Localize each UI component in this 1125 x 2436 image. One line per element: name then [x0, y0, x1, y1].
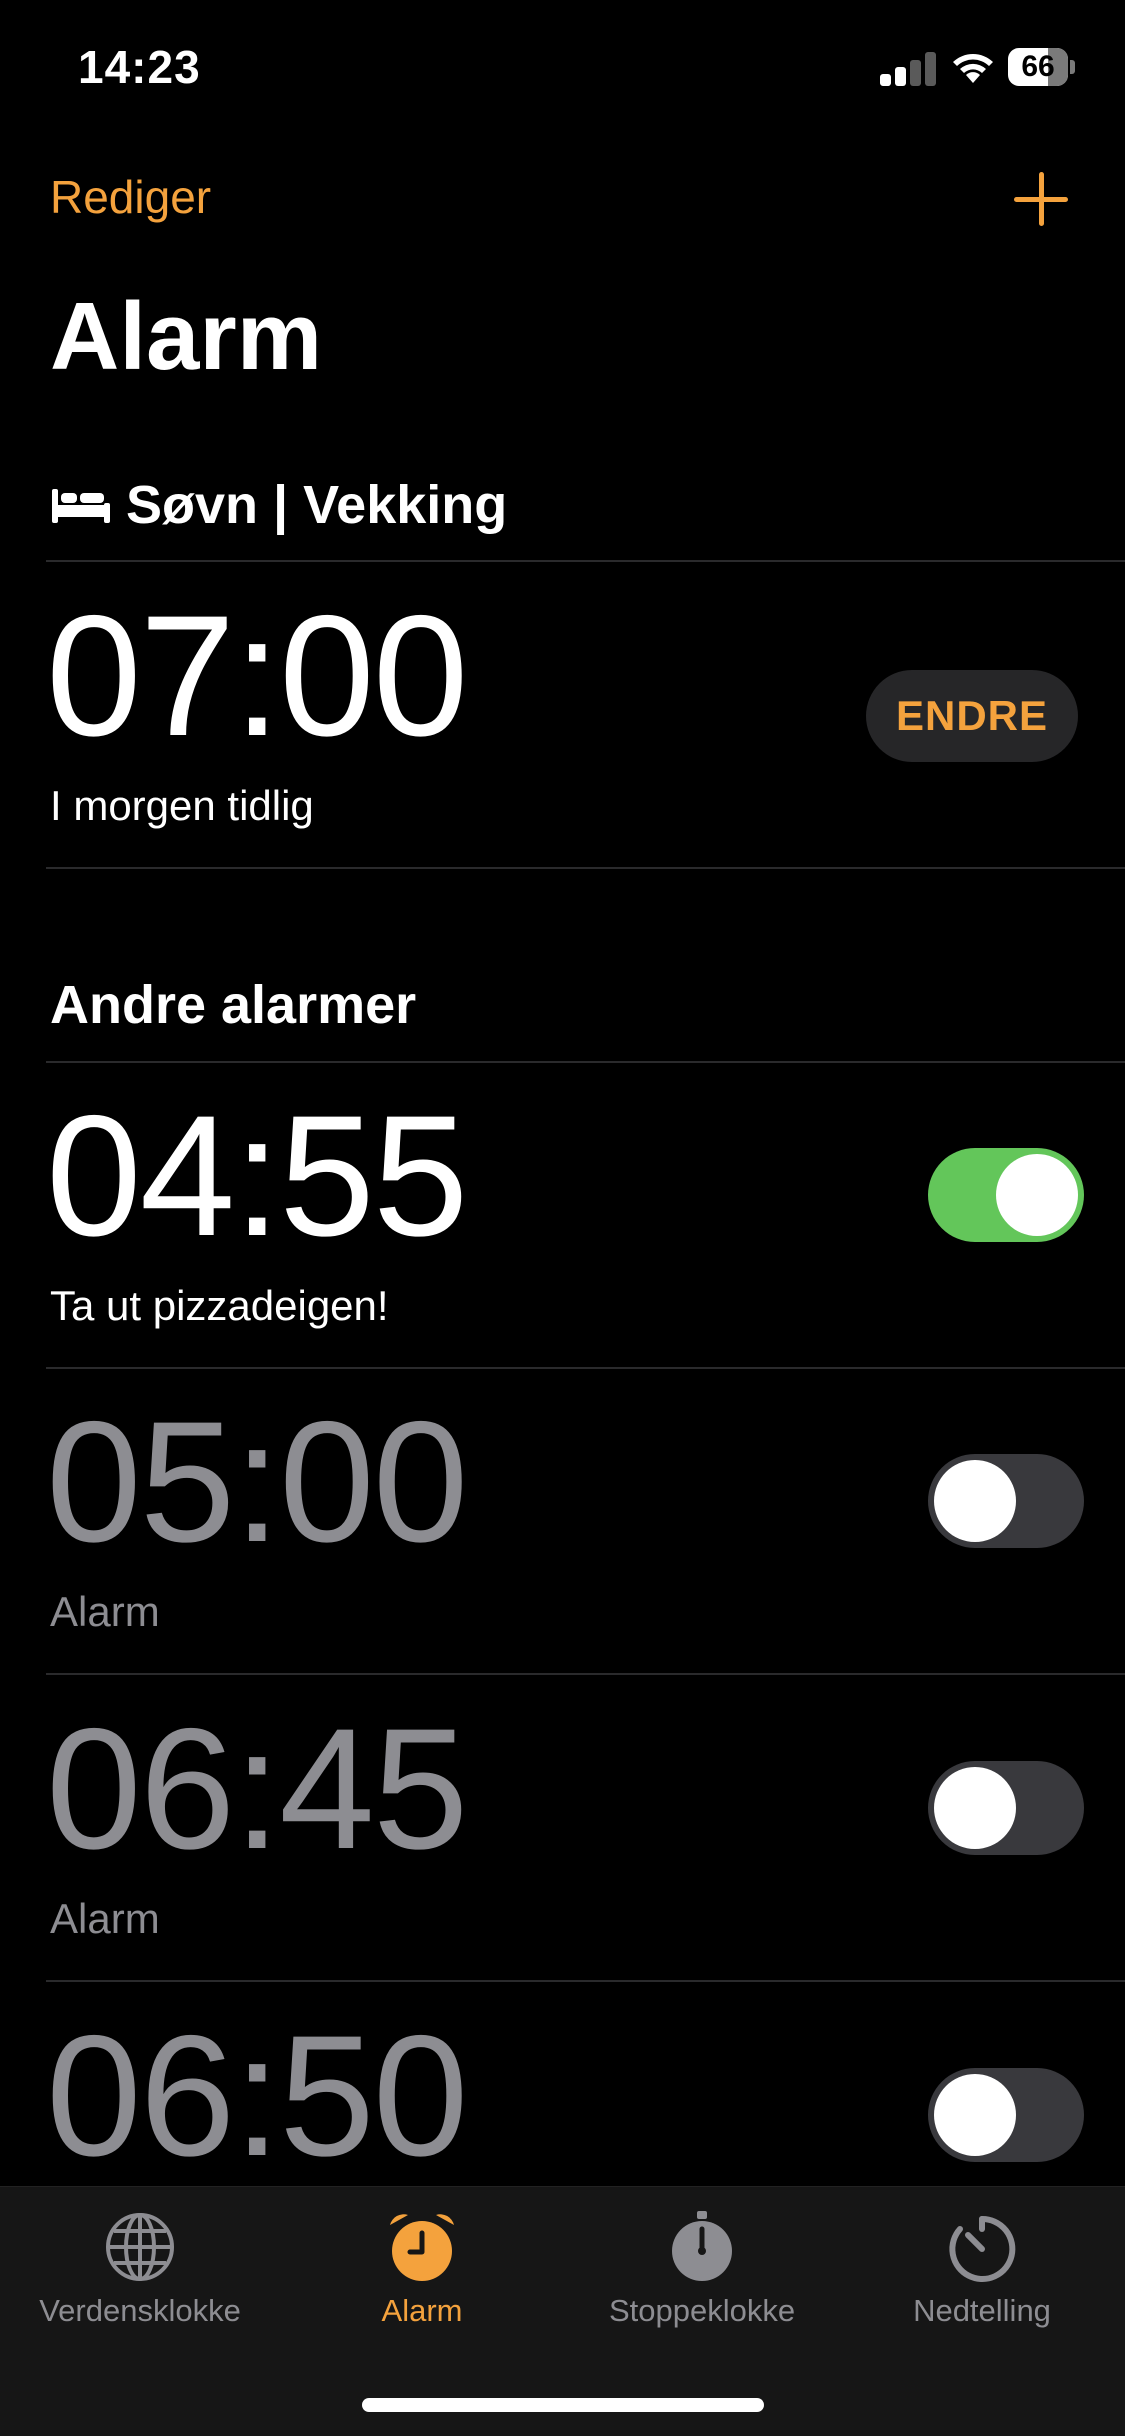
- alarm-toggle[interactable]: [928, 1454, 1084, 1548]
- alarm-time: 06:45: [46, 1693, 468, 1885]
- alarm-time: 06:50: [46, 2000, 468, 2192]
- home-indicator[interactable]: [362, 2398, 764, 2412]
- alarm-label: Alarm: [50, 1895, 160, 1942]
- alarm-toggle[interactable]: [928, 1761, 1084, 1855]
- tab-world-clock[interactable]: Verdensklokke: [10, 2209, 270, 2329]
- timer-icon: [949, 2215, 1016, 2282]
- tab-label: Alarm: [381, 2293, 463, 2328]
- change-sleep-button[interactable]: ENDRE: [866, 670, 1078, 762]
- alarm-toggle[interactable]: [928, 2068, 1084, 2162]
- alarm-clock-icon: [390, 2214, 454, 2281]
- divider: [46, 1980, 1125, 1982]
- status-bar: 14:23 66: [0, 0, 1125, 140]
- tab-stopwatch[interactable]: Stoppeklokke: [572, 2209, 832, 2329]
- edit-button[interactable]: Rediger: [50, 170, 211, 224]
- sleep-section-title: Søvn | Vekking: [126, 475, 508, 535]
- other-alarms-header: Andre alarmer: [50, 975, 417, 1035]
- tab-label: Stoppeklokke: [608, 2293, 796, 2328]
- alarm-time: 04:55: [46, 1080, 468, 1272]
- sleep-section-header: Søvn | Vekking: [50, 474, 507, 536]
- alarm-toggle[interactable]: [928, 1148, 1084, 1242]
- alarm-label: Ta ut pizzadeigen!: [50, 1282, 389, 1329]
- sleep-alarm-time: 07:00: [46, 580, 468, 772]
- sleep-alarm-label: I morgen tidlig: [50, 782, 314, 829]
- stopwatch-icon: [672, 2211, 732, 2281]
- divider: [46, 1673, 1125, 1675]
- tab-label: Verdensklokke: [39, 2293, 241, 2328]
- divider: [46, 1367, 1125, 1369]
- tab-alarm[interactable]: Alarm: [292, 2209, 552, 2329]
- battery-icon: 66: [1008, 48, 1075, 86]
- page-title: Alarm: [50, 283, 323, 390]
- tab-label: Nedtelling: [913, 2293, 1051, 2328]
- wifi-icon: [953, 54, 993, 83]
- divider: [46, 1061, 1125, 1063]
- divider: [46, 867, 1125, 869]
- bed-icon: [52, 489, 110, 523]
- tab-timer[interactable]: Nedtelling: [852, 2209, 1112, 2329]
- alarm-label: Alarm: [50, 1588, 160, 1635]
- divider: [46, 560, 1125, 562]
- globe-icon: [106, 2213, 174, 2281]
- add-alarm-button[interactable]: [1012, 170, 1072, 230]
- battery-percentage: 66: [1021, 50, 1055, 83]
- cellular-signal-icon: [880, 52, 938, 86]
- alarm-time: 05:00: [46, 1386, 468, 1578]
- status-time: 14:23: [78, 41, 201, 93]
